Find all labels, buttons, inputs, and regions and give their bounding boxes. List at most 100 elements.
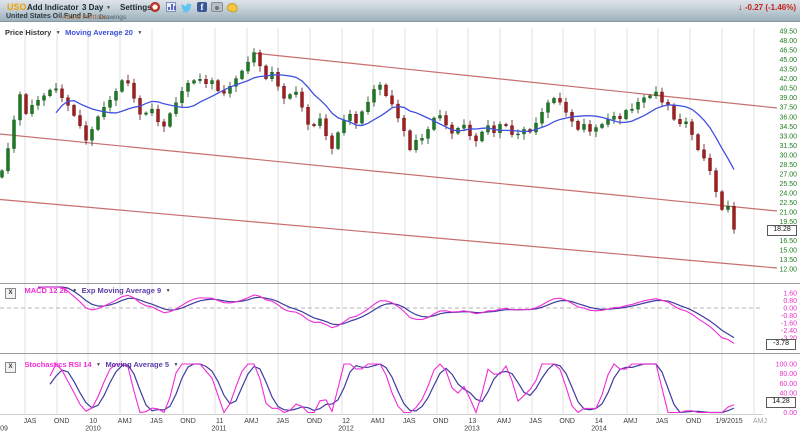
svg-text:-0.80: -0.80 <box>781 313 797 320</box>
svg-text:13.50: 13.50 <box>779 257 797 264</box>
macd-signal-caret-icon[interactable]: ▼ <box>166 288 171 294</box>
svg-text:1.60: 1.60 <box>783 291 797 298</box>
svg-text:JAS: JAS <box>150 418 163 425</box>
svg-text:24.00: 24.00 <box>779 191 797 198</box>
price-change: ↓ -0.27 (-1.46%) <box>738 2 796 12</box>
price-panel-header: Price History ▼ Moving Average 20 ▼ <box>5 22 142 40</box>
camera-icon[interactable] <box>211 2 223 12</box>
twitter-icon[interactable] <box>181 2 191 12</box>
stoch-caret-icon[interactable]: ▼ <box>96 362 101 368</box>
svg-text:13: 13 <box>469 418 477 425</box>
svg-text:OND: OND <box>559 418 575 425</box>
macd-caret-icon[interactable]: ▼ <box>72 288 77 294</box>
svg-text:1/9/2015: 1/9/2015 <box>715 418 742 425</box>
last-price-box: 18.28 <box>767 225 797 236</box>
candles-layer <box>1 48 736 234</box>
svg-text:31.50: 31.50 <box>779 143 797 150</box>
settings-button[interactable]: Settings <box>120 3 152 12</box>
svg-text:AMJ: AMJ <box>244 418 258 425</box>
svg-text:48.00: 48.00 <box>779 38 797 45</box>
stoch-dropdown[interactable]: Stochastics RSI 14 <box>24 360 91 369</box>
svg-text:42.00: 42.00 <box>779 76 797 83</box>
bar-chart-icon[interactable] <box>166 2 176 12</box>
price-history-caret-icon[interactable]: ▼ <box>56 30 61 36</box>
ma20-caret-icon[interactable]: ▼ <box>137 30 142 36</box>
svg-text:0.00: 0.00 <box>783 306 797 313</box>
svg-text:JAS: JAS <box>276 418 289 425</box>
price-axis-labels: 49.50 48.00 46.50 45.00 43.50 42.00 40.50 39.00… <box>779 29 797 274</box>
timeframe-caret-icon[interactable]: ▼ <box>106 5 111 11</box>
svg-text:30.00: 30.00 <box>779 152 797 159</box>
svg-text:40.50: 40.50 <box>779 86 797 93</box>
stoch-value-box: 14.28 <box>766 397 796 408</box>
svg-text:AMJ: AMJ <box>497 418 511 425</box>
svg-text:2012: 2012 <box>338 426 354 432</box>
svg-text:37.50: 37.50 <box>779 105 797 112</box>
svg-text:25.50: 25.50 <box>779 181 797 188</box>
svg-text:43.50: 43.50 <box>779 67 797 74</box>
svg-text:0.80: 0.80 <box>783 298 797 305</box>
svg-text:45.00: 45.00 <box>779 57 797 64</box>
svg-text:14: 14 <box>595 418 603 425</box>
drawings-link[interactable]: Drawings <box>99 14 126 21</box>
svg-text:10: 10 <box>89 418 97 425</box>
macd-close-button[interactable]: X <box>5 288 16 299</box>
svg-text:-2.40: -2.40 <box>781 328 797 335</box>
svg-text:100.00: 100.00 <box>776 362 798 369</box>
svg-text:46.50: 46.50 <box>779 48 797 55</box>
svg-text:11: 11 <box>216 418 223 425</box>
macd-dropdown[interactable]: MACD 12 26 <box>24 286 67 295</box>
svg-text:36.00: 36.00 <box>779 114 797 121</box>
svg-text:0.00: 0.00 <box>783 410 797 417</box>
svg-text:JAS: JAS <box>656 418 669 425</box>
svg-text:80.00: 80.00 <box>779 371 797 378</box>
svg-text:27.00: 27.00 <box>779 171 797 178</box>
macd-axis-labels: 1.600.800.00-0.80-1.60-2.40-3.20 <box>781 291 797 343</box>
stoch-signal-caret-icon[interactable]: ▼ <box>174 362 179 368</box>
svg-text:22.50: 22.50 <box>779 200 797 207</box>
svg-text:OND: OND <box>54 418 70 425</box>
svg-text:JAS: JAS <box>24 418 37 425</box>
trend-channel-lines <box>0 53 777 268</box>
svg-text:JAS: JAS <box>403 418 416 425</box>
stoch-axis-labels: 100.0080.0060.0040.000.00 <box>776 362 798 418</box>
chart-window: 49.50 48.00 46.50 45.00 43.50 42.00 40.50 39.00… <box>0 0 800 432</box>
svg-text:AMJ: AMJ <box>118 418 132 425</box>
svg-text:2014: 2014 <box>591 426 607 432</box>
add-indicator-button[interactable]: Add Indicator <box>27 3 79 12</box>
x-axis-labels: JASOND10AMJJASOND11AMJJASOND12AMJJASOND1… <box>0 418 767 432</box>
ma20-dropdown[interactable]: Moving Average 20 <box>65 28 133 37</box>
svg-text:39.00: 39.00 <box>779 95 797 102</box>
macd-signal-dropdown[interactable]: Exp Moving Average 9 <box>82 286 161 295</box>
change-text: -0.27 (-1.46%) <box>745 3 796 12</box>
svg-text:AMJ: AMJ <box>623 418 637 425</box>
toolbar-row-2: United States Oil Fund LP Add to Portfol… <box>0 13 800 21</box>
timeframe-select[interactable]: 3 Day <box>82 3 103 12</box>
toolbar-row-1: USO Add Indicator 3 Day ▼ Settings f ↓ -… <box>0 0 800 13</box>
macd-value-box: -3.78 <box>766 339 796 350</box>
svg-text:AMJ: AMJ <box>371 418 385 425</box>
svg-text:16.50: 16.50 <box>779 238 797 245</box>
notification-icon[interactable] <box>226 2 239 14</box>
facebook-icon[interactable]: f <box>197 2 207 12</box>
price-history-dropdown[interactable]: Price History <box>5 28 51 37</box>
svg-text:AMJ: AMJ <box>753 418 767 425</box>
svg-text:JAS: JAS <box>529 418 542 425</box>
svg-text:12.00: 12.00 <box>779 267 797 274</box>
toolbar: USO Add Indicator 3 Day ▼ Settings f ↓ -… <box>0 0 800 22</box>
svg-text:OND: OND <box>433 418 449 425</box>
svg-text:OND: OND <box>180 418 196 425</box>
svg-text:49.50: 49.50 <box>779 29 797 36</box>
stoch-signal-dropdown[interactable]: Moving Average 5 <box>105 360 169 369</box>
svg-text:2011: 2011 <box>211 426 226 432</box>
svg-text:2013: 2013 <box>464 426 480 432</box>
svg-text:33.00: 33.00 <box>779 133 797 140</box>
stoch-panel-header: X Stochastics RSI 14 ▼ Moving Average 5 … <box>5 354 178 373</box>
svg-text:34.50: 34.50 <box>779 124 797 131</box>
macd-panel-header: X MACD 12 26 ▼ Exp Moving Average 9 ▼ <box>5 280 171 299</box>
symbol-label[interactable]: USO <box>7 2 27 12</box>
svg-text:-1.60: -1.60 <box>781 321 797 328</box>
alert-clock-icon[interactable] <box>150 2 160 12</box>
svg-text:60.00: 60.00 <box>779 381 797 388</box>
stoch-close-button[interactable]: X <box>5 362 16 373</box>
